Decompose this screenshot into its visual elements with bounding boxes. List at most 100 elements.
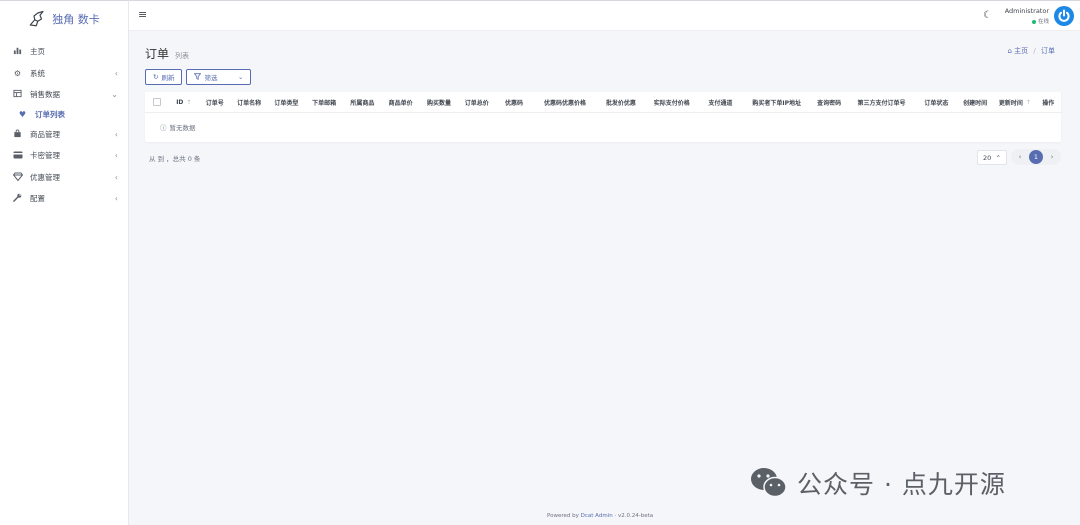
table-icon <box>12 89 23 100</box>
select-all-checkbox[interactable] <box>152 98 161 106</box>
sort-icon[interactable]: ↑ <box>1026 99 1031 106</box>
chevron-left-icon: ‹ <box>114 68 118 78</box>
column-header: 订单总价 <box>458 98 495 107</box>
dark-mode-icon[interactable]: ☾ <box>983 10 992 21</box>
column-header: 订单名称 <box>230 98 267 107</box>
next-page-button[interactable]: › <box>1047 153 1057 161</box>
select-all-cell <box>145 98 169 106</box>
avatar[interactable] <box>1054 6 1074 26</box>
sidebar-item-order-list[interactable]: ♥ 订单列表 <box>0 106 128 124</box>
sidebar-item-coupons[interactable]: 优惠管理 ‹ <box>0 167 128 189</box>
column-header-label: 下单邮箱 <box>312 99 337 107</box>
column-header-label: 商品单价 <box>388 99 413 107</box>
filter-button[interactable]: 筛选 ⌄ <box>186 69 252 85</box>
sidebar-item-system[interactable]: ⚙ 系统 ‹ <box>0 63 128 85</box>
column-header-label: 批发价优惠 <box>605 99 636 107</box>
dcat-admin-link[interactable]: Dcat Admin <box>581 513 613 519</box>
column-header: 购买者下单IP地址 <box>741 98 812 107</box>
column-header-label: 第三方支付订单号 <box>857 99 906 107</box>
column-header: 实际支付价格 <box>644 98 699 107</box>
column-header-label: 订单总价 <box>464 99 489 107</box>
powered-separator: · <box>614 513 617 519</box>
page-subtitle: 列表 <box>175 52 190 60</box>
table-header: ID ↑ 订单号 订单名称 订单类型 下单邮箱 所属商品 商品单价 购买数量 订单总价 优惠码 优惠码… <box>145 92 1061 113</box>
sidebar-item-label: 系统 <box>30 68 45 78</box>
user-name: Administrator <box>1004 7 1049 15</box>
column-header-label: 支付通道 <box>708 99 733 107</box>
column-header: 订单号 <box>199 98 230 107</box>
page-header: 订单 列表 <box>145 45 189 62</box>
sidebar-item-label: 销售数据 <box>30 90 60 100</box>
sidebar-item-label: 优惠管理 <box>30 172 60 182</box>
column-header-label: 创建时间 <box>963 99 988 107</box>
column-header: 第三方支付订单号 <box>846 98 917 107</box>
column-header: 操作 <box>1035 98 1061 107</box>
home-icon: ⌂ <box>1007 47 1012 55</box>
main-content: 订单 列表 ⌂ 主页 / 订单 ↻ 刷新 筛选 ⌄ ID ↑ 订单号 订单名称 订单类型… <box>129 32 1080 525</box>
powered-by: Powered by Dcat Admin · v2.0.24-beta <box>547 513 653 519</box>
user-info[interactable]: Administrator 在线 <box>1005 7 1049 25</box>
column-header: 订单状态 <box>917 98 956 107</box>
column-header: 订单类型 <box>268 98 305 107</box>
sidebar-item-cards[interactable]: 卡密管理 ‹ <box>0 145 128 167</box>
unicorn-logo-icon <box>29 10 44 27</box>
refresh-button[interactable]: ↻ 刷新 <box>145 69 183 85</box>
wrench-icon <box>12 193 23 204</box>
column-header: 下单邮箱 <box>305 98 343 107</box>
page-title: 订单 <box>145 47 170 61</box>
watermark-text: 公众号 · 点九开源 <box>797 470 1006 499</box>
filter-label: 筛选 <box>204 74 218 82</box>
sidebar: 独角 数卡 主页 ⚙ 系统 ‹ 销售数据 ⌄ ♥ 订单列表 商品管理 ‹ 卡密管… <box>0 0 129 525</box>
pagination: ‹ 1 › <box>1011 149 1061 165</box>
online-dot-icon <box>1031 19 1036 24</box>
chevron-down-icon: ⌄ <box>238 73 244 81</box>
chevron-left-icon: ‹ <box>114 129 118 139</box>
column-header: 商品单价 <box>382 98 420 107</box>
page-button-current[interactable]: 1 <box>1029 150 1043 164</box>
column-header: 查询密码 <box>812 98 846 107</box>
gear-icon: ⚙ <box>13 68 22 78</box>
breadcrumb-home[interactable]: 主页 <box>1014 47 1028 55</box>
sidebar-item-config[interactable]: 配置 ‹ <box>0 188 128 210</box>
credit-card-icon <box>12 151 23 161</box>
user-status-text: 在线 <box>1037 19 1049 25</box>
sidebar-item-label: 主页 <box>30 47 45 57</box>
bar-chart-icon <box>12 46 23 57</box>
breadcrumb-separator: / <box>1033 47 1036 55</box>
chevron-left-icon: ‹ <box>114 194 118 204</box>
diamond-icon <box>12 172 23 183</box>
pagination-summary: 从 到 ，总共 0 条 <box>149 155 201 163</box>
column-header-label: 购买数量 <box>426 99 451 107</box>
menu-toggle-icon[interactable]: ≡ <box>138 8 147 21</box>
column-header[interactable]: ID ↑ <box>169 99 199 106</box>
sidebar-item-sales-data[interactable]: 销售数据 ⌄ <box>0 84 128 106</box>
column-header-label: 订单状态 <box>924 99 949 107</box>
column-header: 优惠码优惠价格 <box>533 98 598 107</box>
heart-icon: ♥ <box>18 110 27 119</box>
breadcrumb-current: 订单 <box>1041 47 1055 55</box>
column-header-label: 优惠码 <box>504 99 523 107</box>
chevron-up-icon: ⌃ <box>995 153 1001 162</box>
column-header: 购买数量 <box>420 98 458 107</box>
grid-toolbar: ↻ 刷新 筛选 ⌄ <box>145 69 252 85</box>
sort-icon[interactable]: ↑ <box>186 99 191 106</box>
breadcrumb: ⌂ 主页 / 订单 <box>1007 46 1055 56</box>
sidebar-item-label: 卡密管理 <box>30 151 60 161</box>
shopping-bag-icon <box>12 129 23 140</box>
top-navbar: ≡ ☾ Administrator 在线 <box>129 0 1080 31</box>
per-page-value: 20 <box>983 153 992 162</box>
sidebar-item-home[interactable]: 主页 <box>0 41 128 63</box>
brand-logo[interactable]: 独角 数卡 <box>0 1 128 37</box>
per-page-select[interactable]: 20 ⌃ <box>977 150 1007 165</box>
column-header-label: 实际支付价格 <box>653 99 690 107</box>
chevron-left-icon: ‹ <box>114 172 118 182</box>
prev-page-button[interactable]: ‹ <box>1015 153 1025 161</box>
user-status: 在线 <box>1005 17 1049 25</box>
filter-icon <box>194 72 202 82</box>
chevron-left-icon: ‹ <box>114 151 118 161</box>
column-header-label: 优惠码优惠价格 <box>543 99 586 107</box>
power-icon <box>1058 9 1070 22</box>
sidebar-item-goods[interactable]: 商品管理 ‹ <box>0 124 128 146</box>
sidebar-item-label: 订单列表 <box>35 110 65 119</box>
column-header[interactable]: 更新时间 ↑ <box>994 98 1035 107</box>
